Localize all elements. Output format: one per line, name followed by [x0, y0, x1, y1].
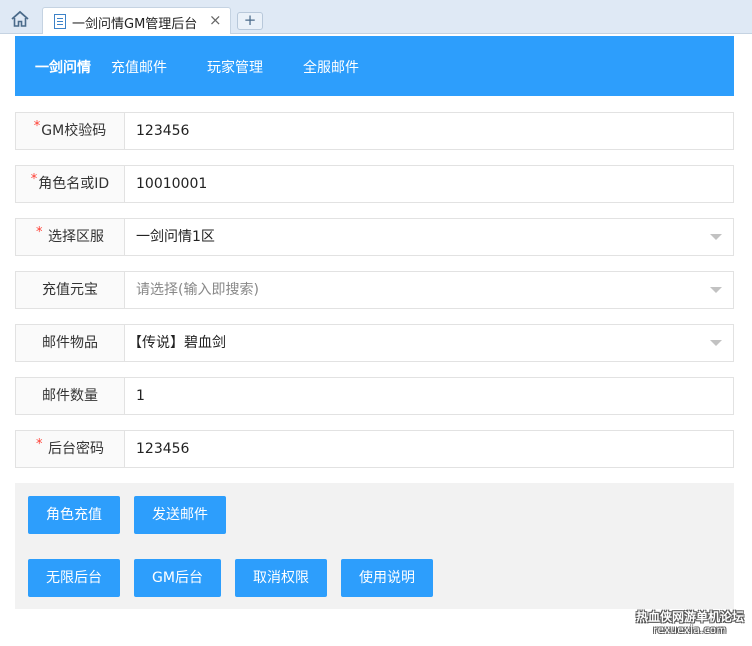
server-select[interactable]: 一剑问情1区	[136, 219, 215, 255]
new-tab-button[interactable]: +	[237, 12, 263, 30]
role-id-input[interactable]: 10010001	[136, 166, 207, 202]
tab-title: 一剑问情GM管理后台	[72, 17, 198, 32]
action-panel: 角色充值 发送邮件 无限后台 GM后台 取消权限 使用说明	[15, 483, 734, 609]
required-mark: *	[36, 437, 43, 452]
required-mark: *	[33, 119, 41, 134]
field-label: GM校验码	[41, 123, 107, 139]
unlimited-admin-button[interactable]: 无限后台	[28, 559, 120, 597]
gm-code-input[interactable]: 123456	[136, 113, 189, 149]
field-label: 邮件物品	[42, 335, 98, 351]
send-mail-button[interactable]: 发送邮件	[134, 496, 226, 534]
usage-instructions-button[interactable]: 使用说明	[341, 559, 433, 597]
revoke-permission-button[interactable]: 取消权限	[235, 559, 327, 597]
home-icon[interactable]	[10, 10, 30, 28]
field-label: 邮件数量	[42, 388, 98, 404]
field-label: 选择区服	[47, 229, 104, 245]
watermark-sub: rexuexia.com	[653, 625, 727, 636]
top-nav: 一剑问情 充值邮件 玩家管理 全服邮件	[15, 36, 734, 96]
required-mark: *	[36, 225, 43, 240]
required-mark: *	[30, 172, 38, 187]
mail-quantity-input[interactable]: 1	[136, 378, 145, 414]
form-row-recharge-gold[interactable]: 充值元宝 请选择(输入即搜索)	[15, 271, 734, 309]
nav-item-recharge-mail[interactable]: 充值邮件	[111, 57, 167, 77]
nav-item-player-management[interactable]: 玩家管理	[207, 57, 263, 77]
mail-item-select[interactable]: 【传说】碧血剑	[128, 325, 226, 361]
gm-admin-button[interactable]: GM后台	[134, 559, 221, 597]
chevron-down-icon[interactable]	[710, 234, 722, 240]
nav-brand[interactable]: 一剑问情	[35, 57, 91, 77]
field-label: 充值元宝	[42, 282, 98, 298]
form-row-gm-code: *GM校验码 123456	[15, 112, 734, 150]
form-row-role-id: *角色名或ID 10010001	[15, 165, 734, 203]
admin-password-input[interactable]: 123456	[136, 431, 189, 467]
chevron-down-icon[interactable]	[710, 340, 722, 346]
close-tab-icon[interactable]: ×	[209, 11, 222, 29]
browser-tab-bar: 一剑问情GM管理后台 × +	[0, 0, 752, 34]
recharge-gold-select[interactable]: 请选择(输入即搜索)	[136, 272, 259, 308]
document-icon	[54, 14, 66, 29]
browser-tab[interactable]: 一剑问情GM管理后台 ×	[42, 7, 231, 34]
form-row-server-select[interactable]: * 选择区服 一剑问情1区	[15, 218, 734, 256]
nav-item-server-mail[interactable]: 全服邮件	[303, 57, 359, 77]
watermark-main: 热血侠网游单机论坛	[635, 610, 744, 624]
form-row-admin-password: * 后台密码 123456	[15, 430, 734, 468]
role-recharge-button[interactable]: 角色充值	[28, 496, 120, 534]
chevron-down-icon[interactable]	[710, 287, 722, 293]
watermark: 热血侠网游单机论坛 rexuexia.com	[632, 610, 748, 637]
field-label: 后台密码	[47, 441, 104, 457]
form-row-mail-item[interactable]: 邮件物品 【传说】碧血剑	[15, 324, 734, 362]
field-label: 角色名或ID	[38, 176, 110, 192]
form-row-mail-quantity: 邮件数量 1	[15, 377, 734, 415]
